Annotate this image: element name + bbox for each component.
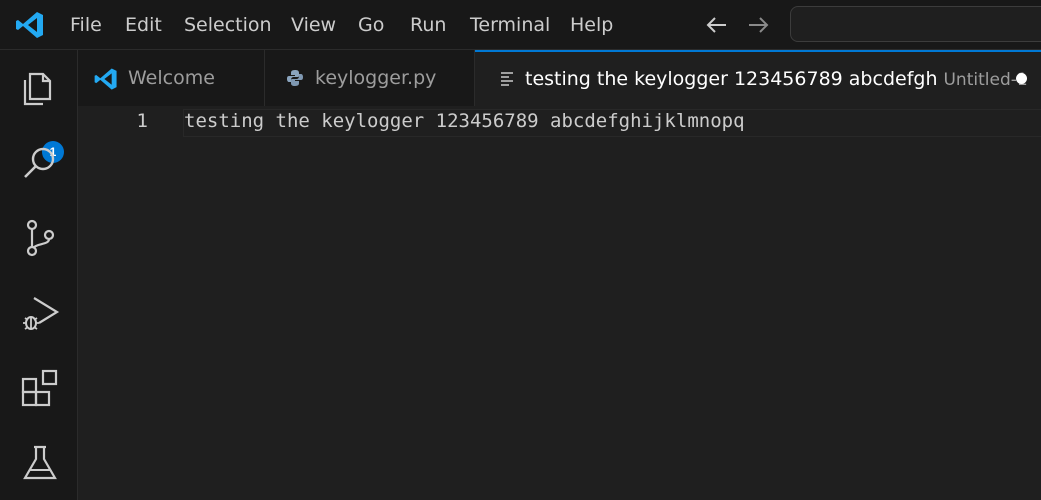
tab-label: Welcome xyxy=(128,67,215,89)
tab-keylogger-py[interactable]: keylogger.py xyxy=(265,50,475,106)
run-debug-icon[interactable] xyxy=(17,290,63,336)
menu-file[interactable]: File xyxy=(67,12,105,38)
menu-go[interactable]: Go xyxy=(355,12,387,38)
command-center-search[interactable] xyxy=(790,6,1041,42)
files-icon[interactable] xyxy=(17,66,63,112)
code-line[interactable]: testing the keylogger 123456789 abcdefgh… xyxy=(184,110,745,132)
tab-untitled-1[interactable]: testing the keylogger 123456789 abcdefgh… xyxy=(475,50,1041,106)
search-icon[interactable] xyxy=(17,140,63,186)
tab-label: keylogger.py xyxy=(315,67,437,89)
vscode-logo-icon xyxy=(93,66,119,92)
tab-label: testing the keylogger 123456789 abcdefgh… xyxy=(525,68,1028,90)
activity-bar: 1 xyxy=(0,50,78,500)
arrow-left-icon[interactable] xyxy=(704,12,730,38)
menu-edit[interactable]: Edit xyxy=(122,12,165,38)
tab-welcome[interactable]: Welcome xyxy=(78,50,265,106)
title-bar: File Edit Selection View Go Run Terminal… xyxy=(0,0,1041,50)
testing-icon[interactable] xyxy=(17,440,63,486)
tab-bar: Welcome keylogger.py testing the keylogg… xyxy=(78,50,1041,106)
menu-view[interactable]: View xyxy=(288,12,339,38)
source-control-icon[interactable] xyxy=(17,215,63,261)
line-number: 1 xyxy=(136,110,148,132)
editor-area[interactable]: 1 testing the keylogger 123456789 abcdef… xyxy=(78,106,1041,500)
menu-selection[interactable]: Selection xyxy=(181,12,275,38)
menu-terminal[interactable]: Terminal xyxy=(467,12,553,38)
arrow-right-icon[interactable] xyxy=(745,12,771,38)
tab-description: Untitled-1 xyxy=(943,70,1028,90)
menu-help[interactable]: Help xyxy=(567,12,616,38)
unsaved-dot-icon[interactable] xyxy=(1016,73,1027,84)
tab-title: testing the keylogger 123456789 abcdefgh xyxy=(525,68,938,90)
python-icon xyxy=(285,68,305,88)
text-file-icon xyxy=(499,70,515,86)
vscode-logo-icon xyxy=(14,9,46,41)
extensions-icon[interactable] xyxy=(17,365,63,411)
menu-run[interactable]: Run xyxy=(407,12,449,38)
